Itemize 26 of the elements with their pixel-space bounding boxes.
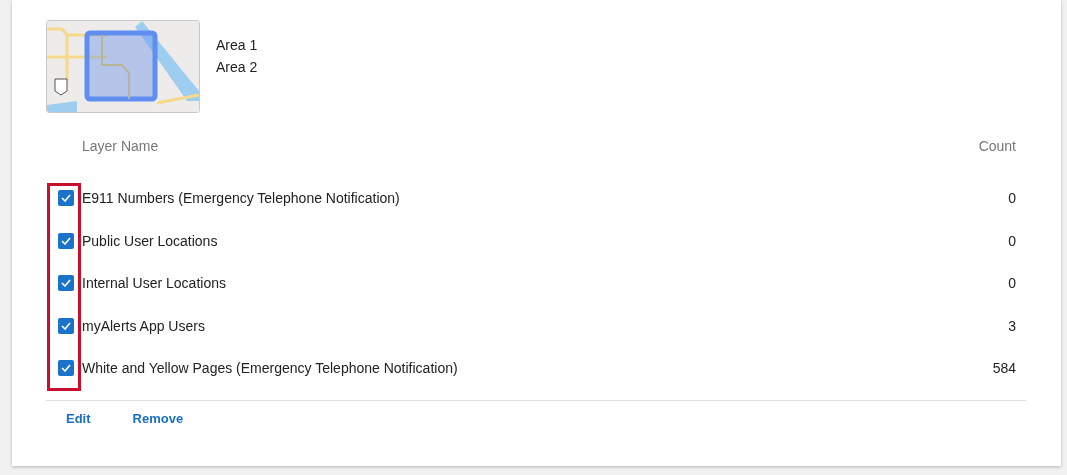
count-cell: 0 [1008, 232, 1016, 249]
layer-name: Public User Locations [82, 232, 219, 249]
action-link[interactable]: Edit [66, 410, 91, 426]
count-cell: 584 [992, 360, 1016, 377]
layer-name: White and Yellow Pages (Emergency Telephone Notification) [82, 360, 459, 377]
checkmark-icon [61, 194, 71, 203]
checkbox[interactable] [58, 317, 74, 334]
column-header: Layer Name [82, 138, 160, 154]
checkbox[interactable] [58, 360, 74, 377]
count-cell: 0 [1008, 190, 1016, 207]
column-header: Count [978, 138, 1016, 154]
checkmark-icon [61, 236, 71, 245]
count-cell: 0 [1008, 275, 1016, 292]
checkbox[interactable] [58, 275, 74, 292]
checkbox[interactable] [58, 232, 74, 249]
action-link[interactable]: Remove [132, 410, 184, 426]
checkmark-icon [61, 279, 71, 288]
layer-name: Internal User Locations [82, 275, 227, 292]
layer-name: E911 Numbers (Emergency Telephone Notification) [82, 190, 401, 207]
area-label: Area 1 [216, 36, 258, 54]
checkbox[interactable] [58, 190, 74, 207]
checkmark-icon [61, 364, 71, 373]
checkmark-icon [61, 321, 71, 330]
layer-name: myAlerts App Users [82, 317, 206, 334]
area-label: Area 2 [216, 58, 258, 76]
count-cell: 3 [1008, 317, 1016, 334]
